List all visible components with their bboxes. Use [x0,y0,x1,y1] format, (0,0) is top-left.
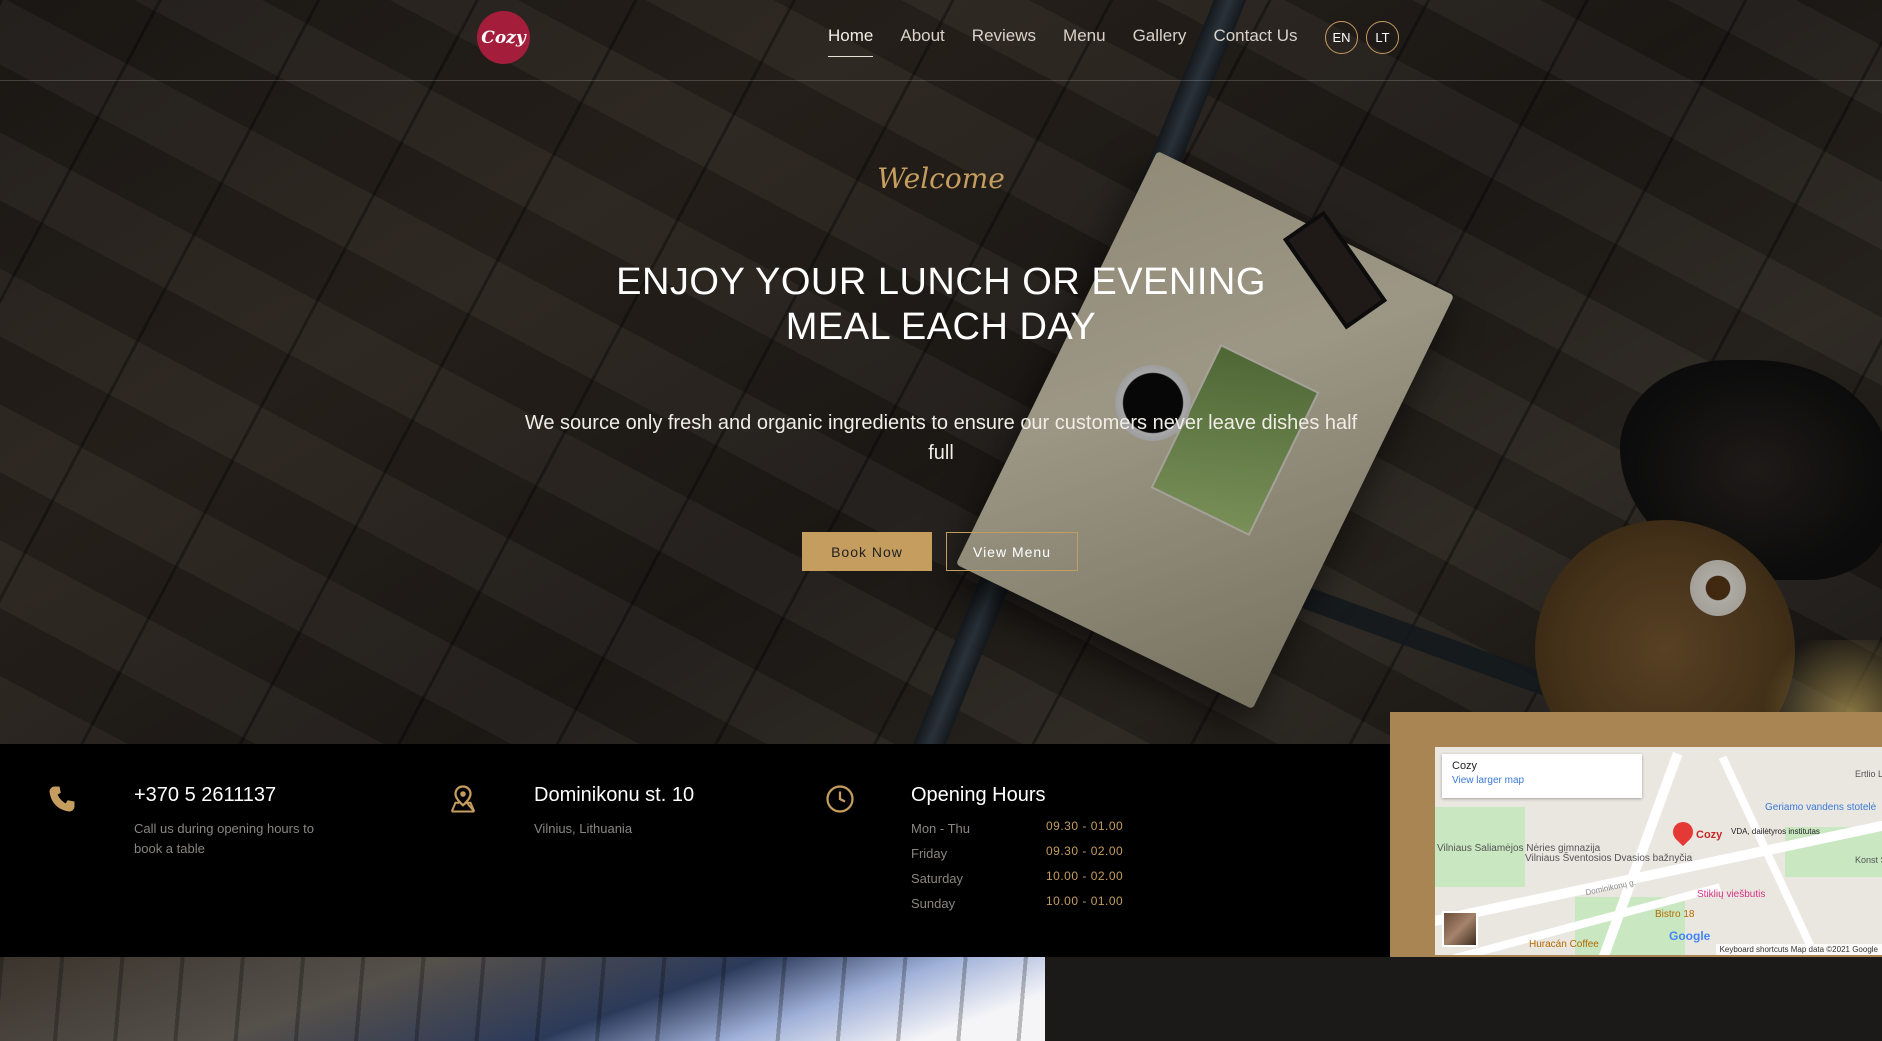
map-info-card: Cozy View larger map [1442,754,1642,798]
hero-section: Cozy Home About Reviews Menu Gallery Con… [0,0,1882,744]
phone-note: Call us during opening hours to book a t… [134,821,314,856]
site-header: Cozy Home About Reviews Menu Gallery Con… [0,0,1882,81]
google-logo: Google [1669,929,1711,943]
hours-day: Friday [911,846,948,861]
nav-menu[interactable]: Menu [1063,26,1106,57]
nav-reviews[interactable]: Reviews [972,26,1036,57]
interior-photo [0,957,1045,1041]
address-city: Vilnius, Lithuania [534,821,633,836]
nav-home[interactable]: Home [828,26,874,57]
hero-headline-line: MEAL EACH DAY [785,306,1097,348]
map-marker-icon[interactable] [1668,817,1698,847]
map-footer[interactable]: Keyboard shortcuts Map data ©2021 Google [1715,944,1882,955]
hours-day: Sunday [911,896,956,911]
view-larger-map-link[interactable]: View larger map [1452,775,1632,786]
book-now-button[interactable]: Book Now [802,532,932,571]
map-label: Bistro 18 [1655,909,1695,920]
clock-icon [826,785,854,813]
hours-time: 10.00 - 01.00 [1046,894,1124,908]
hours-time: 09.30 - 02.00 [1046,844,1124,858]
hero-overlay [0,0,1882,744]
map-pin-icon [450,785,476,813]
language-lt-button[interactable]: LT [1366,21,1399,54]
nav-contact-us[interactable]: Contact Us [1213,26,1297,57]
hours-time: 09.30 - 01.00 [1046,819,1124,833]
map-label: Vilniaus Šventosios Dvasios bažnyčia [1525,853,1693,864]
hours-day: Saturday [911,871,964,886]
address: Dominikonu st. 10 [534,784,695,806]
hero-headline: ENJOY YOUR LUNCH OR EVENING MEAL EACH DA… [561,260,1321,350]
phone-number[interactable]: +370 5 2611137 [134,784,276,807]
main-nav: Home About Reviews Menu Gallery Contact … [828,26,1325,57]
dark-section [1045,957,1882,1041]
map-label: Ertlio Lithuan [1855,769,1882,779]
view-menu-button[interactable]: View Menu [946,532,1078,571]
google-map[interactable]: Vilniaus Saliamėjos Nėries gimnazija Vil… [1435,747,1882,955]
map-label: Geriamo vandens stotelė [1765,802,1877,813]
language-en-button[interactable]: EN [1325,21,1358,54]
hero-welcome: Welcome [877,162,1005,195]
contact-info-bar: +370 5 2611137 Call us during opening ho… [0,744,1390,957]
street-view-thumbnail[interactable] [1442,911,1478,947]
opening-hours-title: Opening Hours [911,784,1046,806]
map-label: Konst Sirvy skve [1855,855,1882,865]
nav-about[interactable]: About [900,26,944,57]
map-marker-label: Cozy [1696,829,1723,841]
map-label: VDA, dailėtyros institutas [1731,827,1820,836]
logo[interactable]: Cozy [477,11,530,64]
hero-subtext: We source only fresh and organic ingredi… [524,412,1358,464]
phone-icon [49,786,75,812]
nav-gallery[interactable]: Gallery [1133,26,1187,57]
map-panel: Vilniaus Saliamėjos Nėries gimnazija Vil… [1390,712,1882,990]
map-label: Huracán Coffee [1529,939,1599,950]
hours-day: Mon - Thu [911,821,971,836]
hours-time: 10.00 - 02.00 [1046,869,1124,883]
map-label: Stiklių viešbutis [1697,889,1766,900]
hero-headline-line: ENJOY YOUR LUNCH OR EVENING [616,261,1266,303]
map-place-name: Cozy [1452,760,1478,772]
